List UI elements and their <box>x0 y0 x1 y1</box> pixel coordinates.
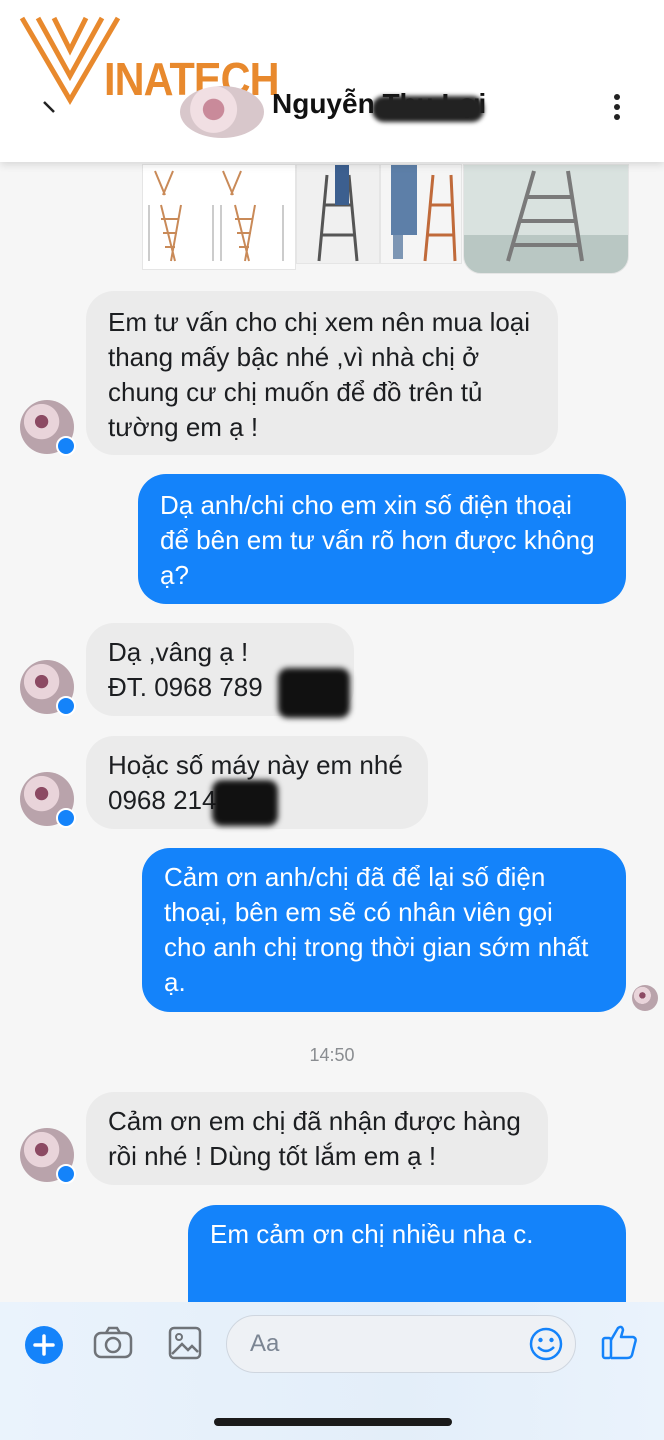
camera-icon[interactable] <box>93 1325 133 1361</box>
message-text-line: Hoặc số máy này em nhé <box>108 750 403 780</box>
message-text-line: tường em ạ ! <box>108 412 259 442</box>
product-photo-jeans-ladder[interactable] <box>380 164 462 264</box>
chat-header: INATECH Nguyễn Thu Lợi <box>0 0 664 162</box>
contact-avatar[interactable] <box>180 86 264 138</box>
message-text-line: chung cư chị muốn để đồ trên tủ <box>108 377 483 407</box>
message-timestamp: 14:50 <box>309 1045 355 1065</box>
message-text-line: thoại, bên em sẽ có nhân viên gọi <box>164 897 553 927</box>
incoming-message-bubble[interactable]: Em tư vấn cho chị xem nên mua loại thang… <box>86 291 558 455</box>
home-indicator <box>214 1418 452 1426</box>
message-text-line: Cảm ơn anh/chị đã để lại số điện <box>164 862 546 892</box>
message-text-line: Dạ anh/chi cho em xin số điện thoại <box>160 490 572 520</box>
ladder-diagram-image <box>148 170 284 262</box>
message-text-line: Dạ ,vâng ạ ! <box>108 637 249 667</box>
message-text-line: Em cảm ơn chị nhiều nha c. <box>210 1219 534 1249</box>
message-text-line: Em tư vấn cho chị xem nên mua loại <box>108 307 531 337</box>
plus-icon <box>33 1334 55 1356</box>
person-ladder-image <box>317 165 359 262</box>
message-text-line: ạ. <box>164 967 186 997</box>
messenger-badge-icon <box>56 696 76 716</box>
message-text-line: để bên em tư vấn rõ hơn được không <box>160 525 595 555</box>
messenger-badge-icon <box>56 808 76 828</box>
thumbs-up-icon[interactable] <box>600 1322 640 1362</box>
messenger-badge-icon <box>56 1164 76 1184</box>
add-button[interactable] <box>25 1326 63 1364</box>
jeans-ladder-image <box>391 165 457 262</box>
emoji-icon[interactable] <box>528 1326 564 1362</box>
product-photo-person-on-ladder[interactable] <box>296 164 380 264</box>
phone-redaction <box>212 780 278 826</box>
incoming-message-bubble[interactable]: Cảm ơn em chị đã nhận được hàng rồi nhé … <box>86 1092 548 1185</box>
message-text-line: cho anh chị trong thời gian sớm nhất <box>164 932 589 962</box>
message-text-line: thang mấy bậc nhé ,vì nhà chị ở <box>108 342 480 372</box>
step-ladder-image <box>464 170 628 273</box>
message-text-line: rồi nhé ! Dùng tốt lắm em ạ ! <box>108 1141 437 1171</box>
phone-redaction <box>278 668 350 718</box>
product-photo-step-ladder[interactable] <box>463 164 629 274</box>
message-text-line: ạ? <box>160 560 189 590</box>
outgoing-message-bubble[interactable]: Cảm ơn anh/chị đã để lại số điện thoại, … <box>142 848 626 1012</box>
name-redaction <box>372 96 484 122</box>
seen-receipt-avatar <box>632 985 658 1011</box>
message-input-placeholder: Aa <box>250 1330 280 1357</box>
message-text-line: Cảm ơn em chị đã nhận được hàng <box>108 1106 521 1136</box>
outgoing-message-bubble[interactable]: Dạ anh/chi cho em xin số điện thoại để b… <box>138 474 626 604</box>
image-icon[interactable] <box>168 1326 202 1360</box>
product-photo-ladder-diagram[interactable] <box>142 164 296 270</box>
more-options-icon[interactable] <box>612 93 622 121</box>
back-icon[interactable] <box>40 98 60 118</box>
messenger-badge-icon <box>56 436 76 456</box>
